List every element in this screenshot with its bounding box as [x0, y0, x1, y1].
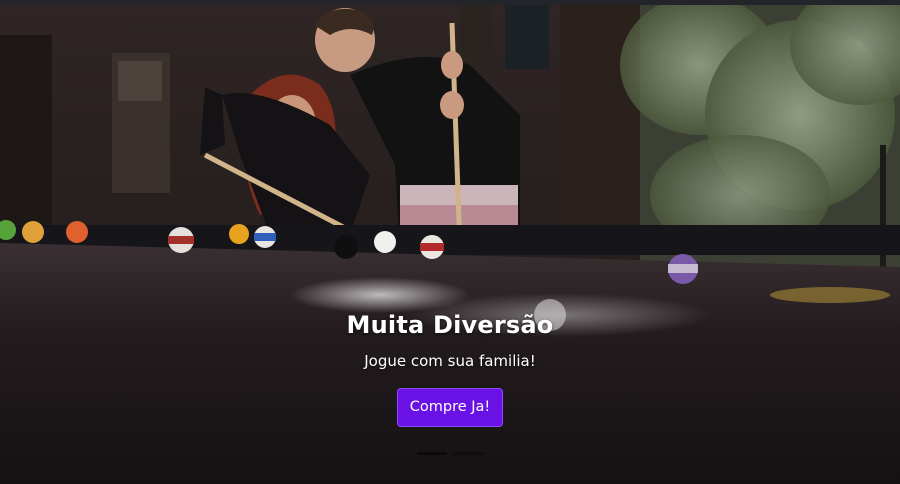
carousel-indicator-1[interactable]: [417, 452, 447, 455]
slide-caption: Muita Diversão Jogue com sua familia! Co…: [0, 309, 900, 427]
carousel-indicator-2[interactable]: [453, 452, 483, 455]
buy-now-button[interactable]: Compre Ja!: [396, 388, 504, 427]
slide-title: Muita Diversão: [346, 311, 554, 339]
slide-subtitle: Jogue com sua familia!: [364, 352, 536, 370]
hero-carousel: Muita Diversão Jogue com sua familia! Co…: [0, 5, 900, 484]
carousel-indicators: [0, 452, 900, 455]
